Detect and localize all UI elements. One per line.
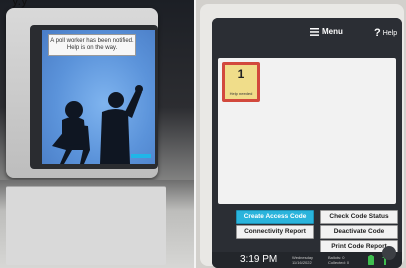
right-photo: Menu ? Help 1 Help needed Create Access … [196, 0, 406, 268]
device-screen: A poll worker has been notified. Help is… [42, 30, 155, 164]
notification-line-2: Help is on the way. [66, 45, 118, 51]
clock-time: 3:19 PM [240, 254, 278, 265]
date-readout: Wednesday 11/16/2022 [292, 255, 313, 265]
help-request-tile[interactable]: 1 Help needed [222, 62, 260, 102]
corner-overlay-icon [382, 246, 396, 260]
date-line-2: 11/16/2022 [292, 260, 312, 265]
question-mark-icon: ? [374, 27, 381, 39]
voting-device: A poll worker has been notified. Help is… [6, 8, 158, 178]
top-bar: Menu ? Help [212, 18, 402, 52]
notification-box: A poll worker has been notified. Help is… [48, 34, 136, 56]
top-cropped-text: y.y [12, 0, 28, 8]
help-label: Help [382, 29, 398, 37]
check-code-status-button[interactable]: Check Code Status [320, 210, 398, 224]
action-buttons: Create Access Code Check Code Status Con… [212, 206, 402, 254]
status-line-2: Collected: 0 [328, 260, 350, 265]
requests-panel: 1 Help needed [218, 58, 396, 204]
poll-worker-device: Menu ? Help 1 Help needed Create Access … [200, 4, 404, 268]
battery-icon [368, 255, 374, 265]
booth-base [6, 186, 166, 265]
help-request-label: Help needed [229, 91, 253, 96]
deactivate-code-button[interactable]: Deactivate Code [320, 225, 398, 239]
create-access-code-button[interactable]: Create Access Code [236, 210, 314, 224]
ballot-status: Ballots: 0 Collected: 0 [328, 255, 349, 265]
status-bar: 3:19 PM Wednesday 11/16/2022 Ballots: 0 … [212, 252, 402, 268]
help-button[interactable]: ? Help [374, 27, 397, 39]
menu-label: Menu [322, 27, 343, 36]
device-touchscreen: Menu ? Help 1 Help needed Create Access … [212, 18, 402, 268]
notification-line-1: A poll worker has been notified. [50, 38, 134, 44]
person-shadow-silhouette [52, 85, 143, 164]
help-request-number: 1 [237, 67, 245, 81]
menu-button[interactable]: Menu [310, 27, 343, 36]
hamburger-menu-icon [310, 27, 319, 36]
left-photo: y.y A poll worker has been notified. Hel… [0, 0, 194, 268]
photo-collage: y.y A poll worker has been notified. Hel… [0, 0, 406, 268]
connectivity-report-button[interactable]: Connectivity Report [236, 225, 314, 239]
screen-button [131, 154, 151, 158]
